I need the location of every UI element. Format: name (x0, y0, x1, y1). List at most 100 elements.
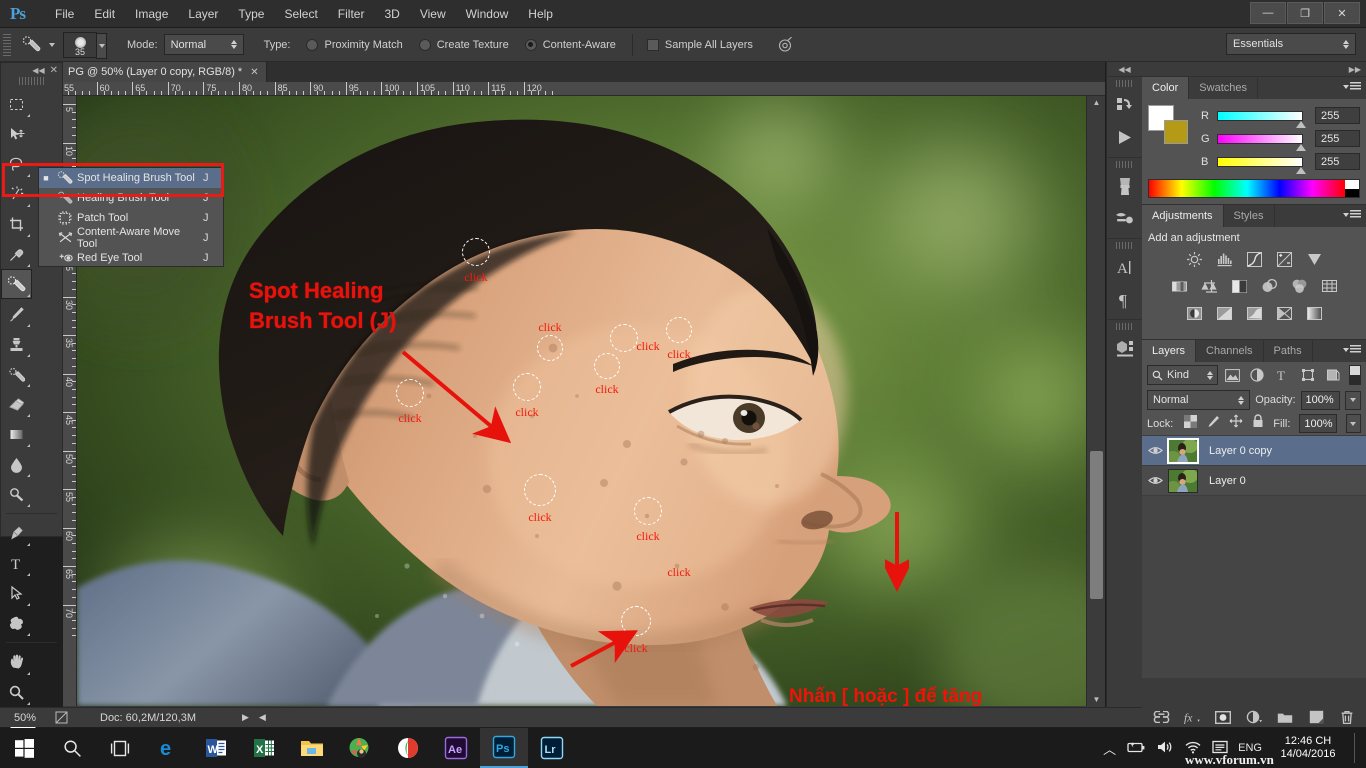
show-hidden-icons-icon[interactable]: ︿ (1103, 739, 1116, 758)
menu-type[interactable]: Type (228, 0, 274, 28)
channel-value-r[interactable]: 255 (1315, 107, 1360, 124)
filter-toggle-switch[interactable] (1348, 365, 1361, 385)
menu-file[interactable]: File (45, 0, 84, 28)
layer-row[interactable]: Layer 0 (1142, 466, 1366, 496)
history-icon[interactable] (1107, 89, 1142, 121)
fill-dropdown-icon[interactable] (1345, 414, 1361, 433)
vibrance-icon[interactable] (1304, 250, 1324, 268)
tool-spot-healing-brush[interactable] (1, 269, 32, 299)
paragraph-icon[interactable]: ¶ (1107, 283, 1142, 315)
scroll-up-icon[interactable]: ▲ (1087, 98, 1106, 107)
add-mask-icon[interactable] (1215, 710, 1232, 725)
fill-value[interactable]: 100% (1299, 414, 1337, 433)
tool-clone-stamp[interactable] (1, 329, 32, 359)
tool-zoom[interactable] (1, 677, 32, 707)
rail-grip-1[interactable] (1116, 80, 1133, 87)
scroll-down-icon[interactable]: ▼ (1087, 695, 1106, 704)
menu-filter[interactable]: Filter (328, 0, 375, 28)
flyout-item-healing-brush-tool[interactable]: Healing Brush Tool J (39, 188, 223, 208)
start-button[interactable] (0, 728, 48, 768)
options-bar-grip[interactable] (3, 33, 11, 56)
image-canvas[interactable]: click click click click click click click click… (77, 96, 1086, 706)
lock-transparent-icon[interactable] (1184, 414, 1198, 433)
tools-panel-grip[interactable] (19, 77, 44, 85)
layer-visibility-eye-icon[interactable] (1142, 445, 1168, 456)
status-collapse-icon[interactable]: ◀ (259, 712, 266, 723)
tool-dodge[interactable] (1, 479, 32, 509)
selective-color-icon[interactable] (1274, 304, 1294, 322)
airbrush-icon[interactable] (775, 35, 795, 55)
flyout-item-spot-healing-brush-tool[interactable]: ■ Spot Healing Brush Tool J (39, 168, 223, 188)
canvas-vertical-scrollbar[interactable]: ▲ ▼ (1086, 96, 1105, 706)
lock-image-icon[interactable] (1206, 415, 1220, 433)
minimize-button[interactable]: — (1250, 2, 1286, 24)
sample-all-layers-checkbox[interactable] (646, 38, 659, 51)
tool-blur[interactable] (1, 449, 32, 479)
type-filter-icon[interactable]: T (1271, 365, 1293, 385)
rail-collapse-icon[interactable]: ◀◀ (1107, 62, 1142, 76)
flyout-item-red-eye-tool[interactable]: Red Eye Tool J (39, 248, 223, 268)
shape-filter-icon[interactable] (1296, 365, 1318, 385)
layer-filter-kind-select[interactable]: Kind (1147, 365, 1218, 385)
edge-button[interactable]: e (144, 728, 192, 768)
channel-value-g[interactable]: 255 (1315, 130, 1360, 147)
tool-move[interactable] (1, 119, 32, 149)
clock[interactable]: 12:46 CH 14/04/2016 (1272, 735, 1344, 761)
collapse-tools-icon[interactable]: ◀◀ (32, 66, 44, 75)
type-content-aware[interactable]: Content-Aware (524, 38, 616, 51)
tool-gradient[interactable] (1, 419, 32, 449)
lightroom-button[interactable]: Lr (528, 728, 576, 768)
threshold-icon[interactable] (1244, 304, 1264, 322)
rail-grip-2[interactable] (1116, 161, 1133, 168)
channel-mixer-icon[interactable] (1289, 277, 1309, 295)
task-view-button[interactable] (96, 728, 144, 768)
tool-eraser[interactable] (1, 389, 32, 419)
search-button[interactable] (48, 728, 96, 768)
tool-crop[interactable] (1, 209, 32, 239)
tool-pen[interactable] (1, 518, 32, 548)
tab-styles[interactable]: Styles (1223, 205, 1275, 227)
menu-window[interactable]: Window (456, 0, 519, 28)
menu-image[interactable]: Image (125, 0, 178, 28)
color-spectrum-bar[interactable] (1148, 179, 1360, 198)
tab-adjustments[interactable]: Adjustments (1142, 205, 1224, 227)
tool-eyedropper[interactable] (1, 239, 32, 269)
rail-grip-4[interactable] (1116, 323, 1133, 330)
new-group-icon[interactable] (1277, 710, 1294, 725)
workspace-selector[interactable]: Essentials (1226, 33, 1356, 55)
brush-picker-chevron-icon[interactable] (96, 32, 107, 59)
layer-thumbnail[interactable] (1168, 468, 1198, 493)
status-expand-icon[interactable]: ▶ (242, 712, 249, 723)
tool-hand[interactable] (1, 647, 32, 677)
type-proximity-match[interactable]: Proximity Match (306, 38, 403, 51)
tool-preset-chevron-icon[interactable] (49, 42, 55, 47)
channel-value-b[interactable]: 255 (1315, 153, 1360, 170)
brush-size-picker[interactable]: 35 (63, 31, 107, 59)
flyout-item-patch-tool[interactable]: Patch Tool J (39, 208, 223, 228)
slider-track-g[interactable] (1217, 133, 1306, 151)
lock-all-icon[interactable] (1252, 414, 1264, 433)
horizontal-ruler[interactable]: 55 60 65 70 75 80 85 90 95 100 105 110 115 120 (63, 82, 1105, 96)
zoom-level-field[interactable]: 50% (0, 712, 50, 724)
3d-icon[interactable] (1107, 332, 1142, 364)
dock-expand-icon[interactable]: ▶▶ (1142, 62, 1366, 76)
link-layers-icon[interactable] (1153, 710, 1170, 725)
document-size-icon[interactable] (50, 711, 72, 724)
gradient-map-icon[interactable] (1304, 304, 1324, 322)
spectrum-gradient[interactable] (1149, 180, 1345, 197)
lock-position-icon[interactable] (1229, 414, 1243, 433)
tool-rectangular-marquee[interactable] (1, 89, 32, 119)
create-texture-radio-icon[interactable] (418, 38, 431, 51)
tab-channels[interactable]: Channels (1196, 340, 1264, 362)
tool-flyout-menu[interactable]: ■ Spot Healing Brush Tool J Healing Brush T… (38, 167, 224, 267)
adjustments-panel-menu-icon[interactable] (1340, 210, 1361, 219)
tool-horizontal-type[interactable]: T (1, 548, 32, 578)
excel-button[interactable]: X (240, 728, 288, 768)
content-aware-radio-icon[interactable] (524, 38, 537, 51)
menu-layer[interactable]: Layer (178, 0, 228, 28)
delete-layer-icon[interactable] (1339, 710, 1356, 725)
levels-icon[interactable] (1214, 250, 1234, 268)
close-button[interactable]: ✕ (1324, 2, 1360, 24)
menu-3d[interactable]: 3D (374, 0, 409, 28)
layer-row[interactable]: Layer 0 copy (1142, 436, 1366, 466)
